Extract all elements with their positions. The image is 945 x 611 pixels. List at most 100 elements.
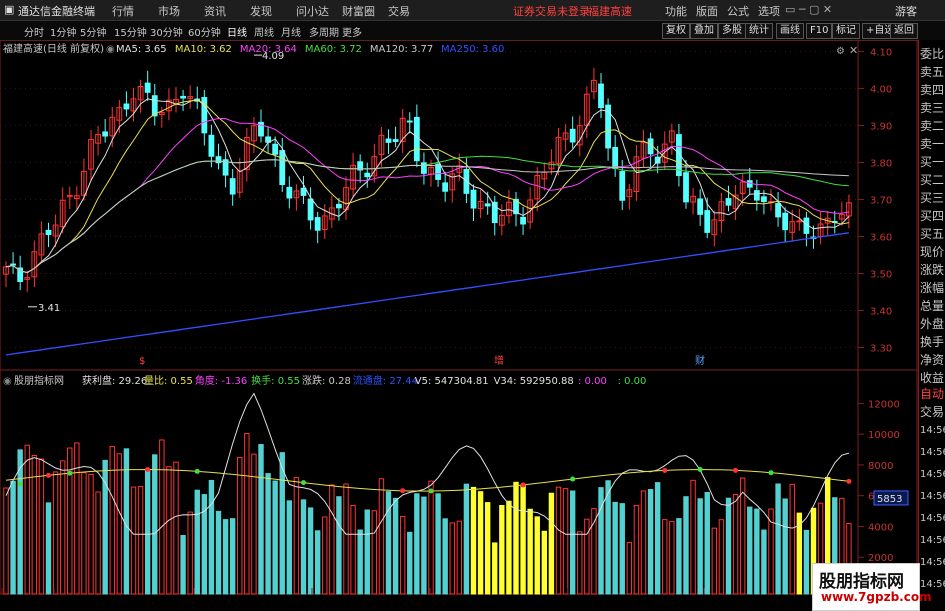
quote-item-8: 买三: [920, 191, 945, 205]
candle-body-54: [385, 138, 392, 143]
volume-bar-78: [555, 486, 562, 595]
signal-dot-2: [145, 467, 151, 473]
indicator-toggle-icon: ◉: [3, 376, 12, 387]
app-title: 通达信金融终端: [18, 5, 95, 18]
candle-body-92: [654, 156, 661, 164]
candle-body-40: [286, 186, 293, 199]
quote-item-17: 净资: [920, 353, 945, 367]
volume-bar-25: [180, 534, 186, 595]
tab-5[interactable]: 60分钟: [188, 24, 221, 39]
signal-dot-7: [520, 482, 526, 488]
tab-6[interactable]: 日线: [227, 24, 247, 39]
quote-item-4: 卖二: [920, 119, 945, 133]
volume-bar-79: [562, 488, 569, 595]
stock-label: 福建高速: [588, 5, 632, 18]
right-menu-3[interactable]: 选项: [758, 3, 780, 19]
volume-bar-91: [647, 489, 654, 595]
auto-label[interactable]: 自动: [920, 385, 944, 402]
volume-bar-5: [38, 458, 45, 595]
tool-5[interactable]: F10: [806, 23, 833, 39]
volume-bar-31: [222, 519, 229, 595]
tool-8[interactable]: 返回: [890, 23, 918, 39]
volume-bar-104: [739, 477, 746, 595]
volume-bar-80: [569, 490, 576, 595]
right-menu-2[interactable]: 公式: [727, 3, 749, 19]
signal-dot-3: [194, 468, 200, 474]
candle-body-20: [144, 82, 151, 93]
volume-bar-44: [314, 530, 321, 595]
right-menu-1[interactable]: 版面: [696, 3, 718, 19]
menu-6[interactable]: 交易: [388, 3, 410, 19]
ma-label-3: MA60: 3.72: [305, 44, 362, 55]
volume-bar-58: [414, 493, 420, 595]
chart-area[interactable]: 4.10 4.00 3.90 3.80 3.70 3.60 3.50 3.40 3.30 福建高速…: [0, 40, 918, 595]
volume-bar-51: [364, 509, 370, 595]
volume-bar-11: [81, 472, 87, 595]
menu-3[interactable]: 发现: [250, 3, 272, 19]
signal-dot-11: [733, 467, 739, 473]
candle-body-6: [45, 229, 52, 236]
tab-9[interactable]: 多周期: [309, 24, 339, 39]
volume-bar-22: [159, 439, 165, 595]
volume-bar-34: [244, 433, 250, 595]
ma-label-5: MA250: 3.60: [441, 44, 504, 55]
tick-time-2: 14:56: [920, 469, 945, 480]
volume-bar-49: [350, 505, 356, 595]
tab-3[interactable]: 15分钟: [114, 24, 147, 39]
tab-7[interactable]: 周线: [254, 24, 274, 39]
quote-item-0: 委比: [920, 47, 945, 61]
tab-10[interactable]: 更多: [342, 24, 362, 39]
candle-body-99: [704, 210, 711, 233]
volume-bar-86: [612, 501, 618, 595]
tab-0[interactable]: 分时: [24, 24, 44, 39]
ind-ylabel-2: 8000: [868, 461, 893, 472]
right-menu-0[interactable]: 功能: [665, 3, 687, 19]
menu-5[interactable]: 财富圈: [342, 3, 375, 19]
menu-4[interactable]: 问小达: [296, 3, 329, 19]
volume-bar-20: [144, 468, 151, 595]
volume-bar-26: [187, 511, 193, 595]
tool-3[interactable]: 统计: [745, 23, 773, 39]
trade-label[interactable]: 交易: [920, 403, 944, 420]
candle-body-107: [761, 196, 767, 203]
tool-4[interactable]: 画线: [776, 23, 804, 39]
volume-bar-88: [626, 542, 633, 595]
ma-line-5: [5, 98, 850, 274]
signal-dot-0: [46, 472, 51, 478]
guest-label[interactable]: 游客: [895, 3, 917, 19]
volume-bar-71: [506, 500, 512, 595]
candle-body-43: [307, 198, 314, 221]
login-notice[interactable]: 证券交易未登录: [513, 3, 590, 19]
volume-bar-23: [166, 466, 172, 595]
tool-6[interactable]: 标记: [832, 23, 860, 39]
volume-bar-1: [10, 480, 16, 595]
quote-item-11: 现价: [920, 245, 945, 259]
tab-8[interactable]: 月线: [281, 24, 301, 39]
tool-0[interactable]: 复权: [662, 23, 690, 39]
tool-2[interactable]: 多股: [718, 23, 746, 39]
ma-line-60: [5, 155, 849, 274]
menu-0[interactable]: 行情: [112, 3, 134, 19]
menu-2[interactable]: 资讯: [204, 3, 226, 19]
window-controls[interactable]: ▭ ─ ▢ ✕: [785, 3, 832, 16]
volume-bar-111: [789, 483, 795, 595]
tool-1[interactable]: 叠加: [690, 23, 718, 39]
candle-body-39: [279, 150, 286, 186]
signal-dot-1: [67, 470, 73, 476]
volume-bar-12: [88, 473, 94, 595]
watermark: 股朋指标网 www.7gpzb.com: [812, 563, 932, 611]
volume-bar-63: [449, 522, 455, 595]
tab-2[interactable]: 5分钟: [80, 24, 106, 39]
average-line: [5, 468, 849, 492]
tab-1[interactable]: 1分钟: [50, 24, 76, 39]
quote-item-1: 卖五: [920, 65, 945, 79]
tab-4[interactable]: 30分钟: [150, 24, 183, 39]
menu-1[interactable]: 市场: [158, 3, 180, 19]
volume-bar-27: [194, 489, 200, 595]
candle-body-14: [102, 131, 109, 137]
volume-bar-109: [775, 483, 781, 595]
candle-body-44: [314, 217, 321, 231]
current-value: 5853: [877, 494, 902, 505]
volume-bar-94: [669, 521, 675, 595]
tick-time-1: 14:56: [920, 447, 945, 458]
